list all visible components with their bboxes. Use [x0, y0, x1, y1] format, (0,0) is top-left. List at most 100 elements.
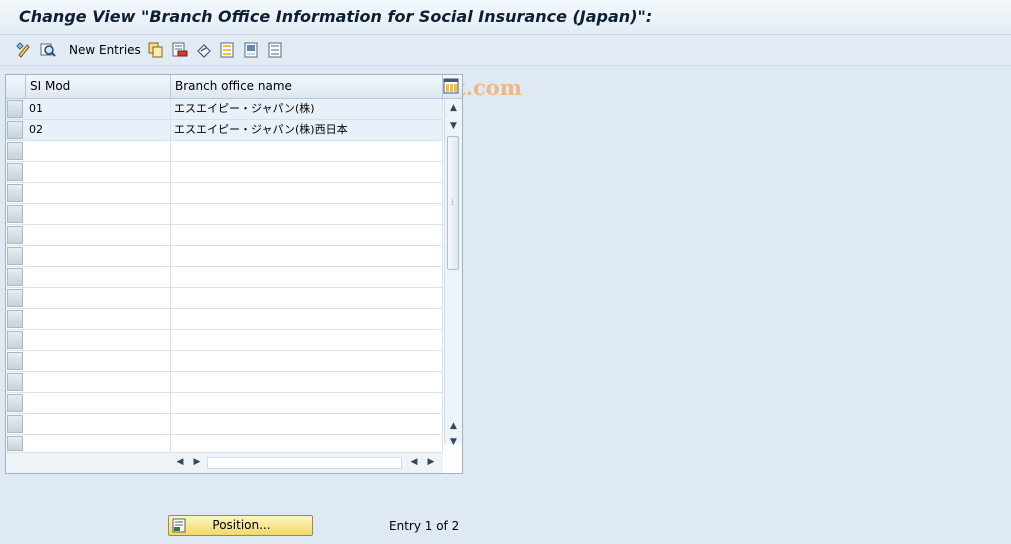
- empty-cell[interactable]: [171, 225, 443, 245]
- scroll-right-end-icon[interactable]: ▶: [426, 457, 436, 468]
- empty-cell[interactable]: [171, 183, 443, 203]
- empty-cell[interactable]: [26, 246, 171, 266]
- empty-cell[interactable]: [26, 330, 171, 350]
- table-row-empty[interactable]: [6, 393, 443, 414]
- empty-cell[interactable]: [26, 393, 171, 413]
- empty-cell[interactable]: [26, 267, 171, 287]
- row-selector[interactable]: [7, 163, 23, 181]
- empty-cell[interactable]: [171, 246, 443, 266]
- branch-name-cell[interactable]: エスエイピー・ジャパン(株)西日本: [171, 120, 443, 140]
- empty-cell[interactable]: [26, 414, 171, 434]
- row-selector[interactable]: [7, 373, 23, 391]
- table-row-empty[interactable]: [6, 372, 443, 393]
- table-row-empty[interactable]: [6, 267, 443, 288]
- table-row-empty[interactable]: [6, 246, 443, 267]
- row-selector[interactable]: [7, 436, 23, 451]
- empty-cell[interactable]: [26, 309, 171, 329]
- column-settings-icon[interactable]: [443, 78, 459, 94]
- empty-cell[interactable]: [171, 288, 443, 308]
- vertical-scrollbar[interactable]: ▲ ▼ ⁞ ▲ ▼: [444, 99, 462, 447]
- empty-cell[interactable]: [171, 330, 443, 350]
- select-all-rows-cell[interactable]: [6, 75, 26, 98]
- table-row-empty[interactable]: [6, 309, 443, 330]
- empty-cell[interactable]: [171, 393, 443, 413]
- new-entries-button[interactable]: New Entries: [69, 43, 141, 57]
- empty-cell[interactable]: [171, 435, 443, 452]
- table-row-empty[interactable]: [6, 288, 443, 309]
- title-bar: Change View "Branch Office Information f…: [0, 0, 1011, 35]
- empty-cell[interactable]: [171, 372, 443, 392]
- grip-icon: ⁞: [451, 198, 454, 207]
- row-selector[interactable]: [7, 331, 23, 349]
- row-selector[interactable]: [7, 142, 23, 160]
- scroll-up-icon[interactable]: ▲: [448, 103, 459, 114]
- empty-cell[interactable]: [26, 183, 171, 203]
- table-row[interactable]: 02 エスエイピー・ジャパン(株)西日本: [6, 120, 443, 141]
- empty-cell[interactable]: [171, 309, 443, 329]
- page-down-icon[interactable]: ▼: [448, 121, 459, 132]
- empty-cell[interactable]: [171, 414, 443, 434]
- table-control: SI Mod Branch office name 01 エスエイピー・ジャパン…: [5, 74, 463, 474]
- row-selector[interactable]: [7, 184, 23, 202]
- empty-cell[interactable]: [26, 372, 171, 392]
- si-mod-cell[interactable]: 02: [26, 120, 171, 140]
- empty-cell[interactable]: [26, 225, 171, 245]
- scroll-down-icon[interactable]: ▼: [448, 437, 459, 448]
- vertical-scroll-thumb[interactable]: ⁞: [447, 136, 459, 270]
- position-button[interactable]: Position...: [168, 515, 313, 536]
- row-selector[interactable]: [7, 205, 23, 223]
- row-selector[interactable]: [7, 268, 23, 286]
- table-row-empty[interactable]: [6, 435, 443, 453]
- row-selector[interactable]: [7, 415, 23, 433]
- row-selector[interactable]: [7, 394, 23, 412]
- select-all-icon[interactable]: [220, 42, 236, 58]
- delete-icon[interactable]: [172, 42, 188, 58]
- row-selector[interactable]: [7, 289, 23, 307]
- scroll-left-end-icon[interactable]: ◀: [409, 457, 419, 468]
- branch-name-cell[interactable]: エスエイピー・ジャパン(株): [171, 99, 443, 119]
- deselect-all-icon[interactable]: [268, 42, 284, 58]
- empty-cell[interactable]: [171, 204, 443, 224]
- page-up-icon[interactable]: ▲: [448, 421, 459, 432]
- table-row-empty[interactable]: [6, 204, 443, 225]
- empty-cell[interactable]: [26, 435, 171, 452]
- column-header-branch-office-name[interactable]: Branch office name: [171, 75, 443, 98]
- table-row-empty[interactable]: [6, 225, 443, 246]
- table-row[interactable]: 01 エスエイピー・ジャパン(株): [6, 99, 443, 120]
- table-row-empty[interactable]: [6, 141, 443, 162]
- empty-cell[interactable]: [171, 351, 443, 371]
- empty-cell[interactable]: [26, 141, 171, 161]
- row-selector[interactable]: [7, 121, 23, 139]
- row-selector[interactable]: [7, 100, 23, 118]
- empty-cell[interactable]: [171, 267, 443, 287]
- row-selector[interactable]: [7, 247, 23, 265]
- horizontal-scroll-track[interactable]: [207, 457, 402, 469]
- empty-cell[interactable]: [171, 162, 443, 182]
- empty-cell[interactable]: [171, 141, 443, 161]
- row-selector[interactable]: [7, 226, 23, 244]
- table-header: SI Mod Branch office name: [6, 75, 462, 99]
- empty-cell[interactable]: [26, 162, 171, 182]
- select-block-icon[interactable]: [244, 42, 260, 58]
- table-row-empty[interactable]: [6, 414, 443, 435]
- table-row-empty[interactable]: [6, 183, 443, 204]
- row-selector[interactable]: [7, 310, 23, 328]
- empty-cell[interactable]: [26, 351, 171, 371]
- page-title: Change View "Branch Office Information f…: [19, 7, 653, 26]
- undo-icon[interactable]: [196, 42, 212, 58]
- horizontal-scrollbar[interactable]: ◀ ▶ ◀ ▶: [6, 452, 443, 473]
- column-header-si-mod[interactable]: SI Mod: [26, 75, 171, 98]
- display-change-icon[interactable]: [16, 42, 32, 58]
- empty-cell[interactable]: [26, 288, 171, 308]
- table-row-empty[interactable]: [6, 330, 443, 351]
- scroll-left-icon[interactable]: ◀: [175, 457, 185, 468]
- table-row-empty[interactable]: [6, 162, 443, 183]
- row-selector[interactable]: [7, 352, 23, 370]
- entry-counter: Entry 1 of 2: [389, 519, 460, 533]
- details-icon[interactable]: [40, 42, 56, 58]
- table-row-empty[interactable]: [6, 351, 443, 372]
- copy-icon[interactable]: [148, 42, 164, 58]
- scroll-right-icon[interactable]: ▶: [192, 457, 202, 468]
- si-mod-cell[interactable]: 01: [26, 99, 171, 119]
- empty-cell[interactable]: [26, 204, 171, 224]
